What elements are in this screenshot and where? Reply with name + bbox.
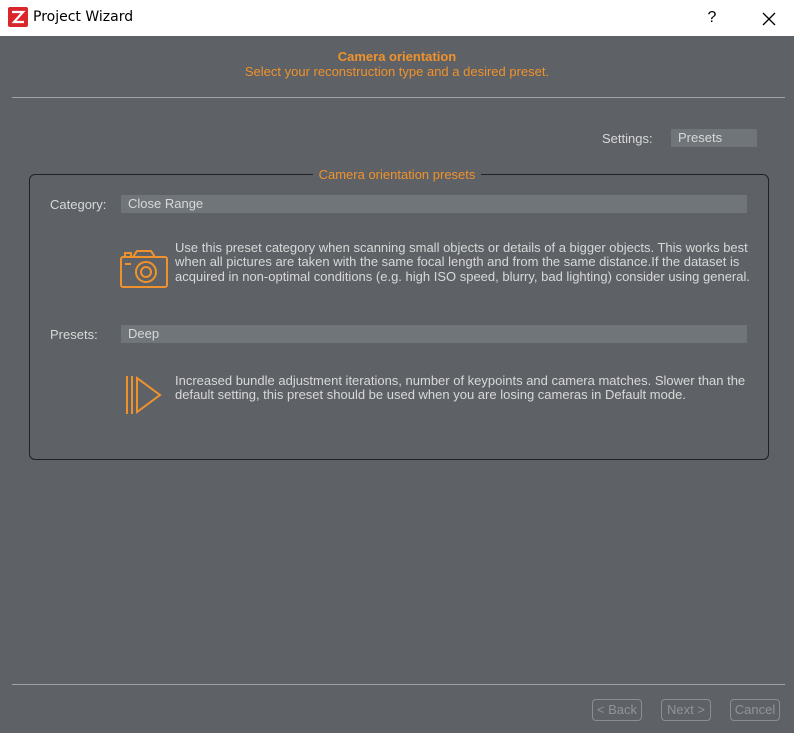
next-button[interactable]: Next > [661, 699, 711, 721]
presets-description: Increased bundle adjustment iterations, … [175, 373, 746, 403]
page-subtitle: Select your reconstruction type and a de… [244, 64, 550, 79]
settings-label: Settings: [602, 131, 653, 146]
category-description: Use this preset category when scanning s… [175, 240, 750, 284]
presets-label: Presets: [50, 327, 98, 342]
presets-groupbox [29, 174, 769, 460]
close-icon [762, 12, 776, 26]
footer-divider [12, 684, 785, 685]
app-logo-icon [8, 7, 28, 27]
camera-icon [120, 250, 168, 288]
cancel-button[interactable]: Cancel [730, 699, 780, 721]
presets-dropdown[interactable]: Deep [121, 325, 747, 343]
header-divider [12, 97, 785, 98]
category-dropdown[interactable]: Close Range [121, 195, 747, 213]
play-deep-icon [126, 376, 162, 414]
groupbox-title: Camera orientation presets [0, 167, 794, 182]
window-title: Project Wizard [33, 9, 134, 25]
title-bar: Project Wizard ? [0, 0, 794, 36]
help-button[interactable]: ? [700, 6, 724, 30]
category-label: Category: [50, 197, 107, 212]
close-button[interactable] [752, 4, 786, 32]
back-button[interactable]: < Back [592, 699, 642, 721]
page-title: Camera orientation [337, 49, 457, 64]
settings-dropdown[interactable]: Presets [671, 129, 757, 147]
groupbox-title-text: Camera orientation presets [312, 167, 482, 182]
